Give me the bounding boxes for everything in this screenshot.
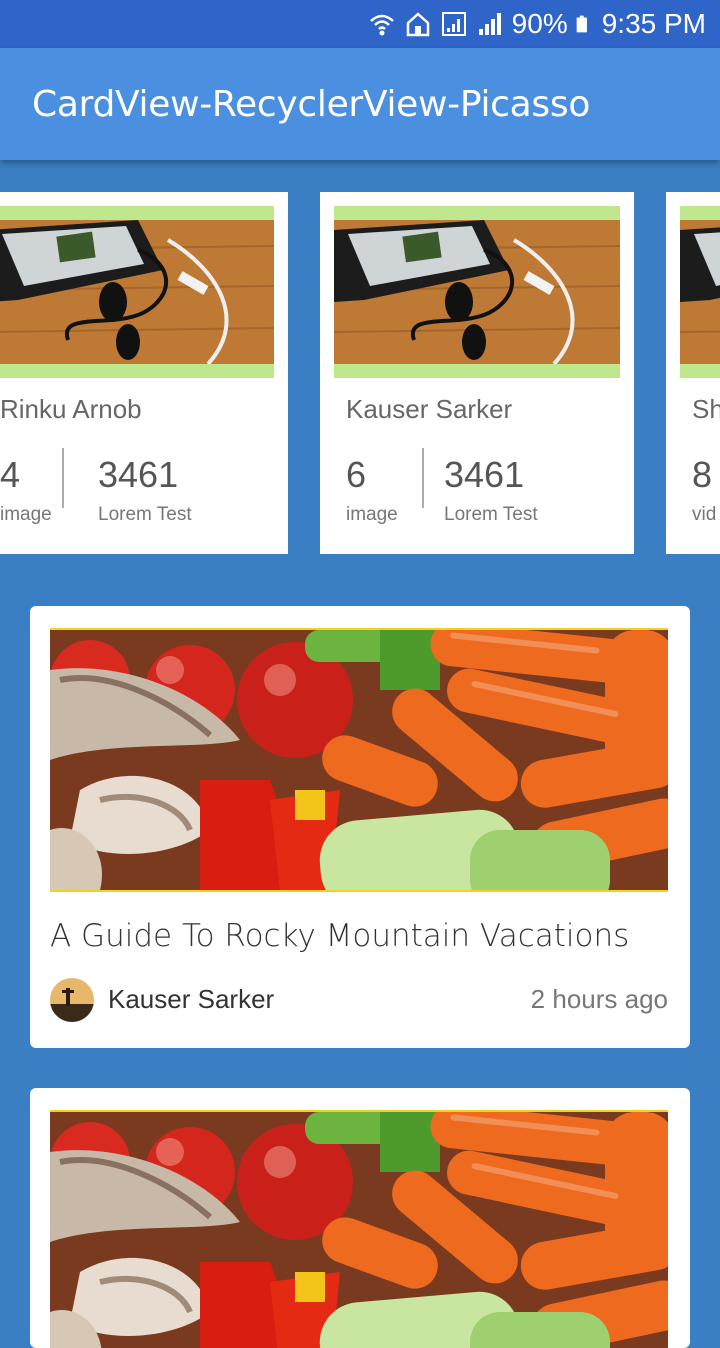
post-time: 2 hours ago: [530, 984, 668, 1014]
profile-card[interactable]: Kauser Sarker 6 image 3461 Lorem Test: [320, 192, 634, 554]
profile-name: Kauser Sarker: [346, 394, 513, 424]
image-count-label: image: [346, 504, 398, 525]
card-thumbnail: [0, 206, 274, 378]
wifi-icon: [369, 14, 394, 36]
author-avatar[interactable]: [50, 978, 94, 1022]
card-thumbnail: [334, 206, 620, 378]
stat-value: 3461: [98, 454, 179, 495]
post-card[interactable]: [30, 1088, 690, 1348]
profile-name: Rinku Arnob: [0, 394, 142, 424]
app-bar: CardView-RecyclerView-Picasso: [0, 48, 720, 160]
video-count-label: vid: [692, 504, 717, 525]
post-card[interactable]: A Guide To Rocky Mountain Vacations Kaus…: [30, 606, 690, 1048]
stat-label: Lorem Test: [98, 504, 192, 525]
profile-card[interactable]: Rinku Arnob 4 image 3461 Lorem Test: [0, 192, 288, 554]
stat-label: Lorem Test: [444, 504, 538, 525]
stat-value: 3461: [444, 454, 525, 495]
home-icon: [406, 12, 429, 37]
image-count: 6: [346, 454, 367, 495]
app-title: CardView-RecyclerView-Picasso: [32, 84, 591, 125]
post-image: [50, 628, 668, 892]
battery-percent: 90%: [511, 8, 568, 39]
status-icons: 90% 9:35 PM: [368, 0, 706, 48]
divider: [422, 448, 424, 508]
divider: [62, 448, 64, 508]
status-bar: 90% 9:35 PM: [0, 0, 720, 48]
battery-icon: [576, 15, 587, 33]
clock: 9:35 PM: [601, 8, 706, 39]
profile-card-carousel[interactable]: Rinku Arnob 4 image 3461 Lorem Test Kaus…: [0, 192, 720, 554]
image-count: 4: [0, 454, 21, 495]
author-name[interactable]: Kauser Sarker: [108, 984, 274, 1015]
post-image: [50, 1110, 668, 1348]
sim-signal-icon: [441, 12, 466, 36]
post-title: A Guide To Rocky Mountain Vacations: [50, 918, 630, 954]
profile-name: Sh: [692, 394, 720, 424]
signal-icon: [478, 13, 501, 35]
video-count: 8: [692, 454, 713, 495]
profile-card[interactable]: Sh 8 vid: [666, 192, 720, 554]
image-count-label: image: [0, 504, 52, 525]
card-thumbnail: [680, 206, 720, 378]
